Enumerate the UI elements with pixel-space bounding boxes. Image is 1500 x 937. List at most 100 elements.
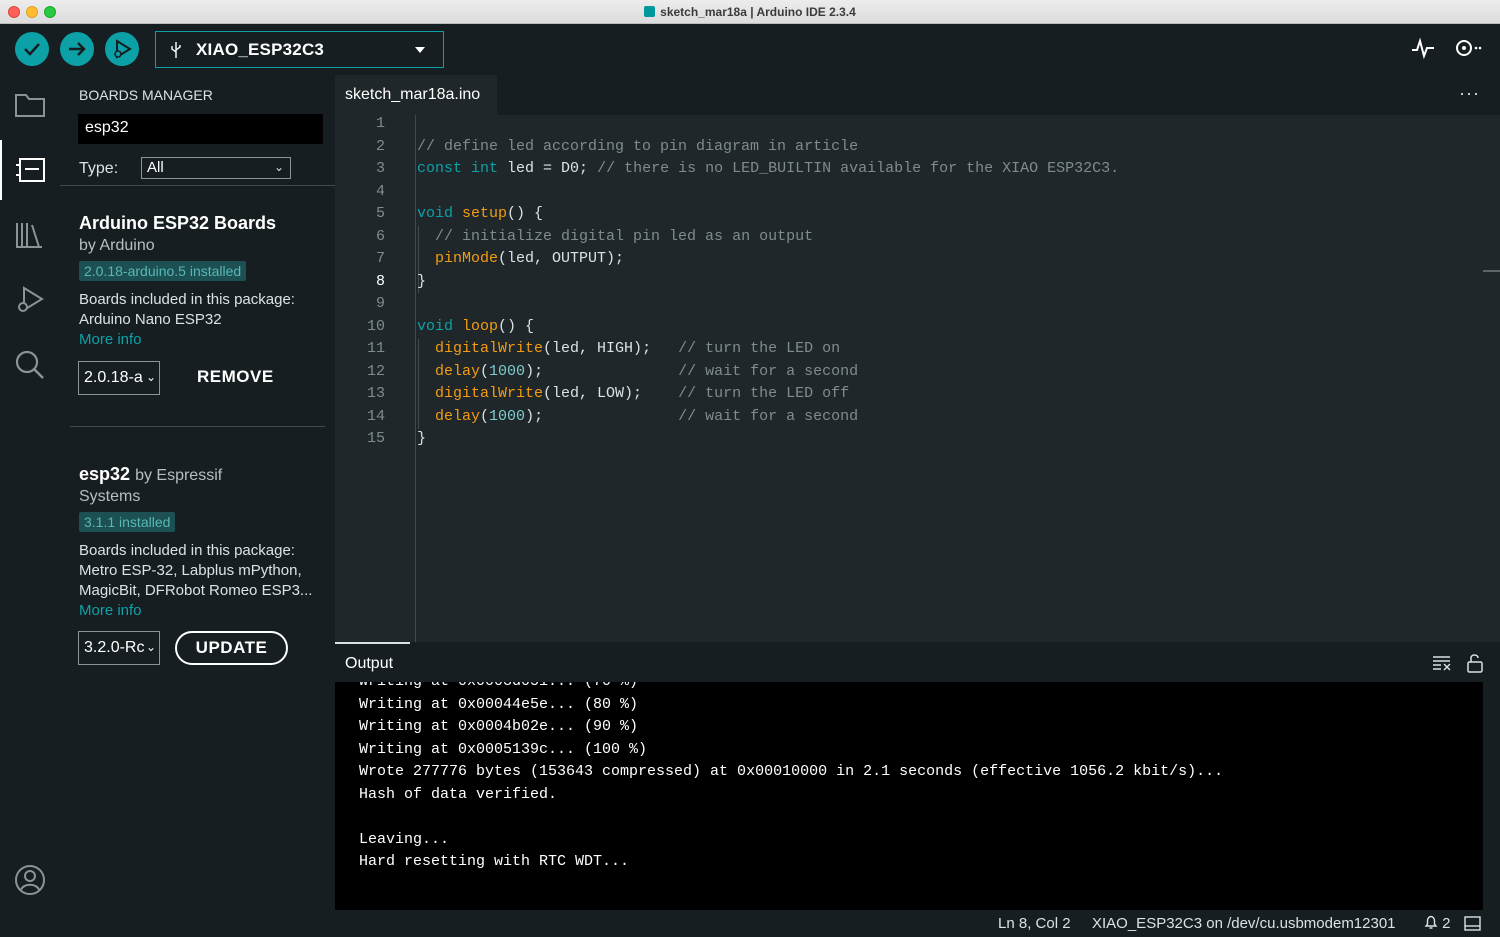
package-description: Boards included in this package: Arduino…: [79, 290, 319, 330]
output-line: Hard resetting with RTC WDT...: [359, 853, 630, 870]
package-author: Systems: [79, 488, 141, 505]
output-console[interactable]: Writing at 0x0003d051... (70 %) Writing …: [335, 682, 1483, 910]
serial-plotter-icon: [1412, 37, 1434, 60]
search-input[interactable]: esp32: [78, 114, 323, 144]
code-line: 15}: [366, 430, 427, 447]
clear-output-button[interactable]: [1432, 655, 1452, 676]
output-line: Writing at 0x0003d051... (70 %): [359, 682, 1223, 694]
window-title: sketch_mar18a | Arduino IDE 2.3.4: [0, 5, 1500, 19]
account-icon: [15, 865, 45, 895]
toggle-panel-button[interactable]: [1464, 916, 1481, 935]
code-line: 10 void loop() {: [366, 317, 535, 335]
cursor-position[interactable]: Ln 8, Col 2: [998, 915, 1071, 932]
serial-plotter-button[interactable]: [1411, 36, 1435, 65]
package-name: esp32 by Espressif: [79, 464, 223, 484]
more-info-link[interactable]: More info: [79, 601, 319, 621]
code-line: 1: [375, 115, 385, 132]
window-titlebar: sketch_mar18a | Arduino IDE 2.3.4: [0, 0, 1500, 24]
panel-layout-icon: [1464, 916, 1481, 931]
code-line: 2// define led according to pin diagram …: [375, 137, 859, 155]
editor-area: sketch_mar18a.ino ··· 1 2// define led a…: [335, 75, 1500, 642]
library-manager-button[interactable]: [0, 205, 60, 265]
verify-button[interactable]: [15, 32, 49, 66]
notification-count: 2: [1442, 915, 1451, 932]
more-actions-button[interactable]: ···: [1459, 83, 1480, 104]
remove-button[interactable]: REMOVE: [197, 367, 274, 387]
status-bar: Ln 8, Col 2 XIAO_ESP32C3 on /dev/cu.usbm…: [0, 910, 1500, 937]
boards-included-label: Boards included in this package:: [79, 291, 295, 308]
version-select[interactable]: 3.2.0-Rc ⌄: [78, 631, 160, 665]
code-line: 6 // initialize digital pin led as an ou…: [375, 227, 814, 245]
output-panel: Output Writing at 0x0003d051... (70 %) W…: [335, 642, 1500, 910]
boards-manager-panel: BOARDS MANAGER esp32 Type: All ⌄ Arduino…: [60, 75, 335, 910]
chevron-down-icon: [415, 47, 425, 53]
board-port-status[interactable]: XIAO_ESP32C3 on /dev/cu.usbmodem12301: [1092, 915, 1396, 932]
output-line: Leaving...: [359, 830, 450, 848]
clear-output-icon: [1433, 656, 1451, 671]
notifications-button[interactable]: 2: [1424, 915, 1451, 932]
upload-icon: [69, 42, 86, 56]
board-selector[interactable]: XIAO_ESP32C3: [155, 31, 444, 68]
update-button[interactable]: UPDATE: [175, 631, 288, 665]
chevron-down-icon: ⌄: [273, 160, 284, 174]
code-line: 8}: [375, 272, 427, 290]
chevron-down-icon: ⌄: [143, 640, 156, 654]
board-name: XIAO_ESP32C3: [196, 39, 325, 59]
version-select[interactable]: 2.0.18-a ⌄: [78, 361, 160, 395]
output-line: Writing at 0x0004b02e... (90 %): [359, 718, 639, 735]
type-label: Type:: [79, 160, 119, 177]
divider: [70, 426, 325, 427]
serial-monitor-button[interactable]: [1452, 36, 1484, 65]
arduino-app-icon: [644, 6, 656, 17]
tab-sketch[interactable]: sketch_mar18a.ino: [335, 75, 497, 115]
code-line: 9: [375, 295, 385, 312]
code-line: 12 delay(1000); // wait for a second: [366, 362, 859, 380]
output-title: Output: [345, 655, 394, 672]
panel-title: BOARDS MANAGER: [79, 87, 213, 103]
version-value: 2.0.18-a: [84, 369, 143, 386]
boards-included-label: Boards included in this package:: [79, 542, 295, 559]
search-button[interactable]: [0, 335, 60, 395]
version-value: 3.2.0-Rc: [84, 639, 145, 656]
account-button[interactable]: [0, 850, 60, 910]
package-card: Arduino ESP32 Boards by Arduino 2.0.18-a…: [79, 213, 319, 350]
divider: [60, 185, 335, 186]
type-filter-value: All: [147, 159, 164, 176]
installed-badge: 3.1.1 installed: [79, 512, 176, 532]
more-info-link[interactable]: More info: [79, 330, 319, 350]
sketchbook-button[interactable]: [0, 75, 60, 135]
code-line: 3 const int led = D0; // there is no LED_…: [375, 160, 1120, 177]
upload-button[interactable]: [60, 32, 94, 66]
output-line: Wrote 277776 bytes (153643 compressed) a…: [359, 763, 1224, 780]
serial-monitor-icon: [1456, 40, 1482, 56]
code-line: 4: [375, 182, 385, 200]
output-lines: Writing at 0x0003d051... (70 %) Writing …: [359, 682, 1223, 874]
debug-panel-button[interactable]: [0, 270, 60, 330]
editor-tabbar: sketch_mar18a.ino ···: [335, 75, 1500, 115]
boards-list: MagicBit, DFRobot Romeo ESP3...: [79, 582, 313, 599]
code-line: 11 digitalWrite(led, HIGH); // turn the …: [366, 340, 841, 357]
package-by: by Espressif: [135, 467, 223, 484]
code-line: 7 pinMode(led, OUTPUT);: [375, 250, 625, 267]
library-icon: [16, 223, 42, 248]
output-line: Writing at 0x00044e5e... (80 %): [359, 695, 639, 713]
bell-icon: [1424, 915, 1438, 929]
unlock-icon: [1467, 654, 1483, 673]
package-author: by Arduino: [79, 237, 155, 254]
toolbar: XIAO_ESP32C3: [0, 24, 1500, 75]
debug-icon: [114, 39, 132, 59]
debug-button[interactable]: [105, 32, 139, 66]
activity-bar: [0, 75, 60, 910]
output-line: Hash of data verified.: [359, 785, 558, 803]
folder-icon: [15, 94, 45, 117]
code-editor[interactable]: 1 2// define led according to pin diagra…: [335, 113, 1500, 451]
type-filter-select[interactable]: All ⌄: [141, 157, 291, 179]
boards-manager-button[interactable]: [0, 140, 60, 200]
package-description: Boards included in this package: Metro E…: [79, 541, 319, 601]
output-line: Writing at 0x0005139c... (100 %): [359, 740, 648, 758]
code-line: 5 void setup() {: [375, 205, 544, 222]
scroll-lock-button[interactable]: [1466, 653, 1484, 678]
output-tab-indicator: [335, 642, 410, 644]
code-line: 14 delay(1000); // wait for a second: [366, 407, 859, 425]
